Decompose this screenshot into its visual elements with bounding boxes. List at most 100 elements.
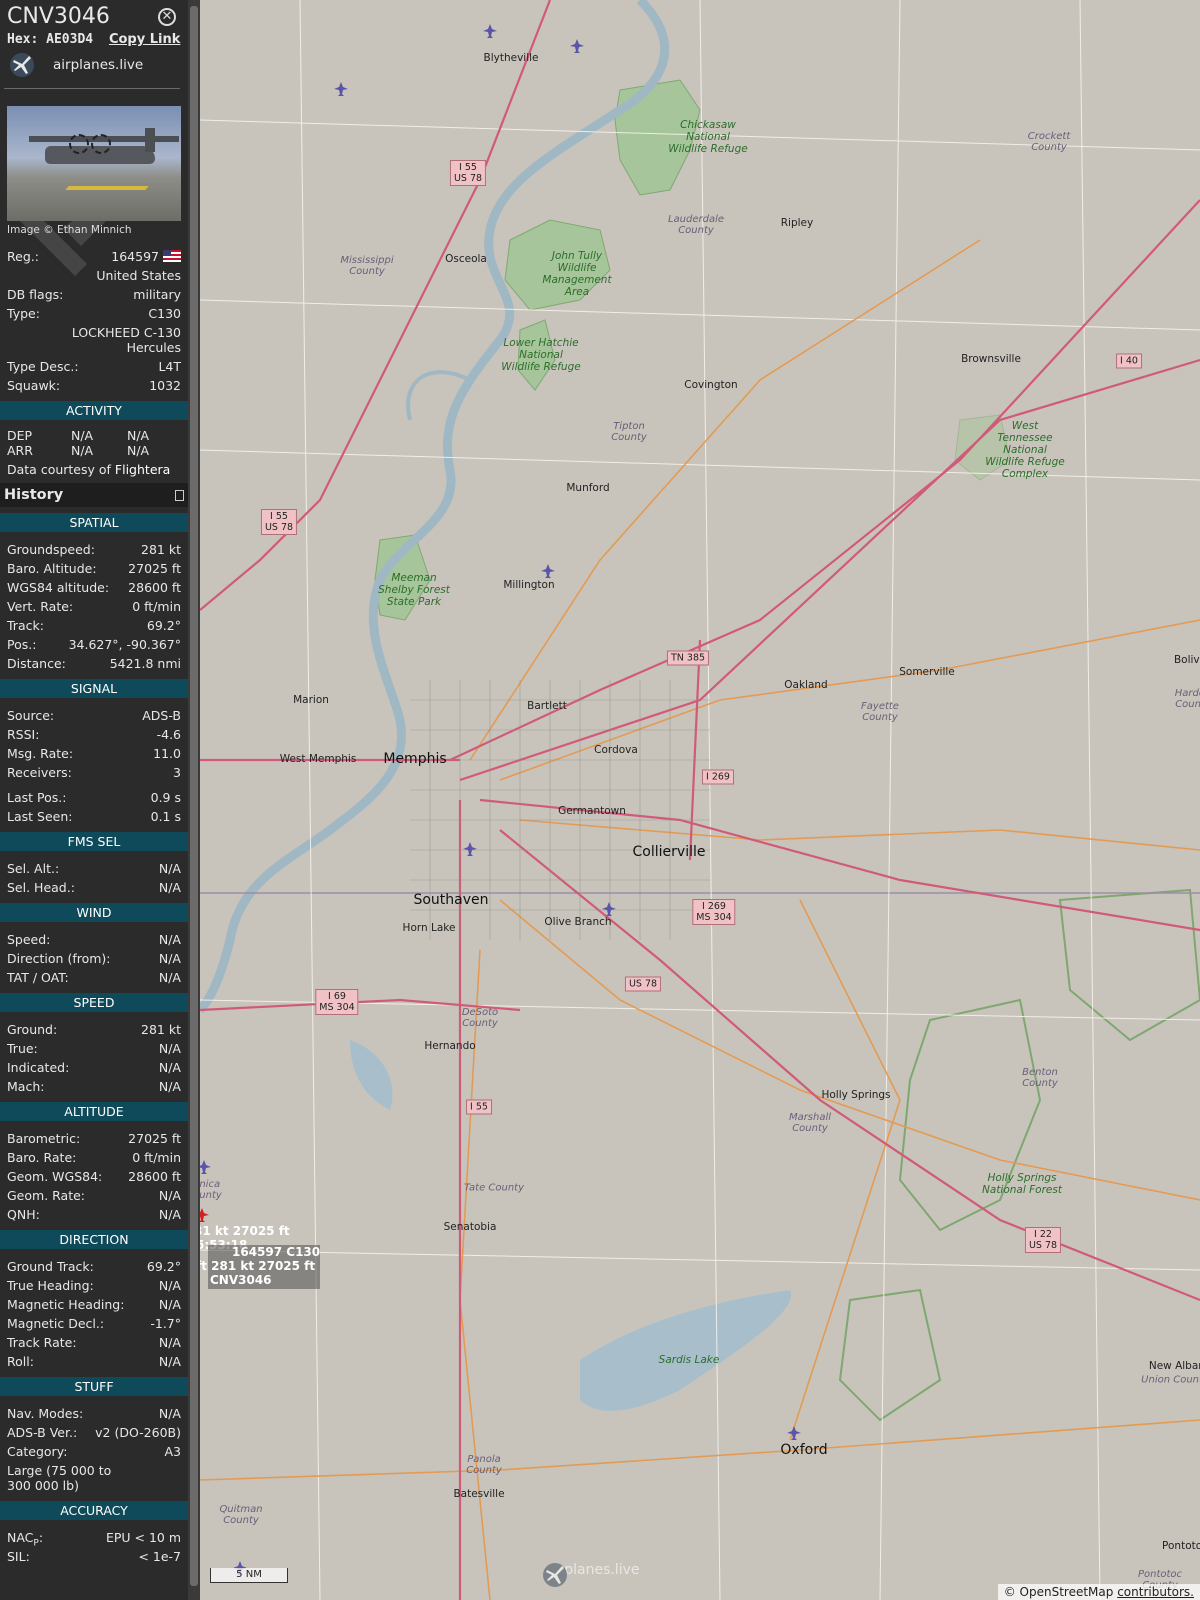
us-flag-icon bbox=[163, 250, 181, 262]
city-label: Oxford bbox=[780, 1442, 828, 1458]
city-label: Pontotoc bbox=[1162, 1540, 1200, 1552]
park-label: Chickasaw National Wildlife Refuge bbox=[668, 119, 748, 155]
county-label: Tunica County bbox=[200, 1179, 222, 1201]
mississippi-river bbox=[200, 0, 670, 1014]
activity-cell: N/A bbox=[71, 443, 94, 458]
row-label: Mach: bbox=[7, 1079, 45, 1094]
city-label: Senatobia bbox=[443, 1221, 497, 1233]
info-row: Type: C130 bbox=[0, 304, 188, 323]
info-row: QNH: N/A bbox=[0, 1205, 188, 1224]
info-row: Large (75 000 to 300 000 lb) bbox=[0, 1461, 188, 1495]
aircraft-info-panel: CNV3046 ✕ Hex: AE03D4 Copy Link airplane… bbox=[0, 0, 188, 1600]
row-label: Track: bbox=[7, 618, 44, 633]
city-label: Millington bbox=[503, 579, 555, 591]
county-label: Union County bbox=[1141, 1374, 1200, 1386]
info-row: Sel. Head.: N/A bbox=[0, 878, 188, 897]
row-value: N/A bbox=[158, 1354, 181, 1369]
row-value: 0.9 s bbox=[150, 790, 181, 805]
row-value: LOCKHEED C-130 Hercules bbox=[71, 325, 181, 355]
info-row: Ground Track: 69.2° bbox=[0, 1257, 188, 1276]
city-label: Marion bbox=[293, 694, 329, 706]
attribution-link[interactable]: contributors. bbox=[1117, 1585, 1194, 1599]
selected-aircraft-icon[interactable] bbox=[200, 1208, 209, 1222]
row-label: Vert. Rate: bbox=[7, 599, 74, 614]
watermark-logo-icon bbox=[543, 1563, 567, 1587]
info-row: RSSI: -4.6 bbox=[0, 725, 188, 744]
courtesy-prefix: Data courtesy of bbox=[7, 462, 111, 477]
other-aircraft-icon[interactable] bbox=[570, 39, 584, 53]
row-label: Magnetic Heading: bbox=[7, 1297, 125, 1312]
other-aircraft-icon[interactable] bbox=[787, 1426, 801, 1440]
info-row: Reg.: 164597 bbox=[0, 247, 188, 266]
row-label: Magnetic Decl.: bbox=[7, 1316, 105, 1331]
info-row: NACP: EPU < 10 m bbox=[0, 1528, 188, 1549]
info-row: DB flags: military bbox=[0, 285, 188, 304]
row-value: 0 ft/min bbox=[132, 599, 181, 614]
row-value: N/A bbox=[158, 1188, 181, 1203]
other-aircraft-icon[interactable] bbox=[463, 842, 477, 856]
park-label: West Tennessee National Wildlife Refuge … bbox=[985, 420, 1065, 480]
row-label: Sel. Head.: bbox=[7, 880, 75, 895]
highway-shield: I 269 bbox=[702, 769, 734, 785]
row-value: 69.2° bbox=[146, 1259, 181, 1274]
county-label: Fayette County bbox=[861, 701, 899, 723]
city-label: Somerville bbox=[899, 666, 955, 678]
info-row: Speed: N/A bbox=[0, 930, 188, 949]
info-row: Geom. Rate: N/A bbox=[0, 1186, 188, 1205]
other-aircraft-icon[interactable] bbox=[541, 564, 555, 578]
row-value: N/A bbox=[158, 1079, 181, 1094]
row-label: SIL: bbox=[7, 1549, 30, 1564]
airplanes-live-logo-icon bbox=[10, 53, 34, 77]
photo-tarmac-line bbox=[65, 186, 149, 190]
row-label: Source: bbox=[7, 708, 55, 723]
section-header-spatial: SPATIAL bbox=[0, 513, 188, 532]
map-view[interactable]: Blytheville Osceola Ripley Covington Brownsv… bbox=[200, 0, 1200, 1600]
photo-plane-tail bbox=[145, 128, 155, 152]
selected-aircraft-label-box[interactable]: 164597 C130 ft 281 kt 27025 ft CNV3046 bbox=[200, 1245, 320, 1289]
activity-cell: ARR bbox=[7, 443, 33, 458]
row-label: Barometric: bbox=[7, 1131, 81, 1146]
row-label: Ground: bbox=[7, 1022, 58, 1037]
activity-cell: DEP bbox=[7, 428, 33, 443]
county-label: Mississippi County bbox=[340, 255, 394, 277]
site-link[interactable]: airplanes.live bbox=[9, 52, 143, 78]
row-value: 3 bbox=[173, 765, 181, 780]
info-row: Roll: N/A bbox=[0, 1352, 188, 1371]
aircraft-photo[interactable] bbox=[7, 106, 181, 221]
history-toggle[interactable]: History bbox=[0, 483, 188, 507]
scrollbar-thumb[interactable] bbox=[190, 6, 198, 1586]
row-label: Squawk: bbox=[7, 378, 61, 393]
courtesy-source: Flightera bbox=[114, 462, 171, 477]
info-row: Track Rate: N/A bbox=[0, 1333, 188, 1352]
row-value: N/A bbox=[158, 1041, 181, 1056]
row-value: ADS-B bbox=[142, 708, 181, 723]
other-aircraft-icon[interactable] bbox=[483, 24, 497, 38]
city-label: West Memphis bbox=[279, 753, 357, 765]
info-row: Ground: 281 kt bbox=[0, 1020, 188, 1039]
row-value: 281 kt bbox=[141, 542, 181, 557]
other-aircraft-icon[interactable] bbox=[200, 1160, 211, 1174]
row-value: N/A bbox=[158, 1060, 181, 1075]
app-root: CNV3046 ✕ Hex: AE03D4 Copy Link airplane… bbox=[0, 0, 1200, 1600]
row-label: Roll: bbox=[7, 1354, 34, 1369]
city-label: Collierville bbox=[632, 844, 706, 860]
row-label: Last Seen: bbox=[7, 809, 73, 824]
info-row: Vert. Rate: 0 ft/min bbox=[0, 597, 188, 616]
row-label: Direction (from): bbox=[7, 951, 111, 966]
row-value: 28600 ft bbox=[128, 580, 181, 595]
highway-shield: I 69 MS 304 bbox=[315, 989, 359, 1015]
sidebar-scrollbar[interactable] bbox=[188, 0, 200, 1600]
close-panel-button[interactable]: ✕ bbox=[158, 8, 176, 26]
other-aircraft-icon[interactable] bbox=[602, 902, 616, 916]
row-label: Pos.: bbox=[7, 637, 37, 652]
row-value: 164597 bbox=[111, 249, 159, 264]
highway-shield: I 40 bbox=[1116, 353, 1142, 369]
city-label: Germantown bbox=[558, 805, 626, 817]
info-row: Type Desc.: L4T bbox=[0, 357, 188, 376]
city-label: Bartlett bbox=[527, 700, 567, 712]
airplanes-live-watermark: airplanes.live bbox=[542, 1562, 640, 1587]
row-value: N/A bbox=[158, 1297, 181, 1312]
other-aircraft-icon[interactable] bbox=[334, 82, 348, 96]
copy-link-button[interactable]: Copy Link bbox=[109, 32, 180, 47]
row-label: Distance: bbox=[7, 656, 66, 671]
